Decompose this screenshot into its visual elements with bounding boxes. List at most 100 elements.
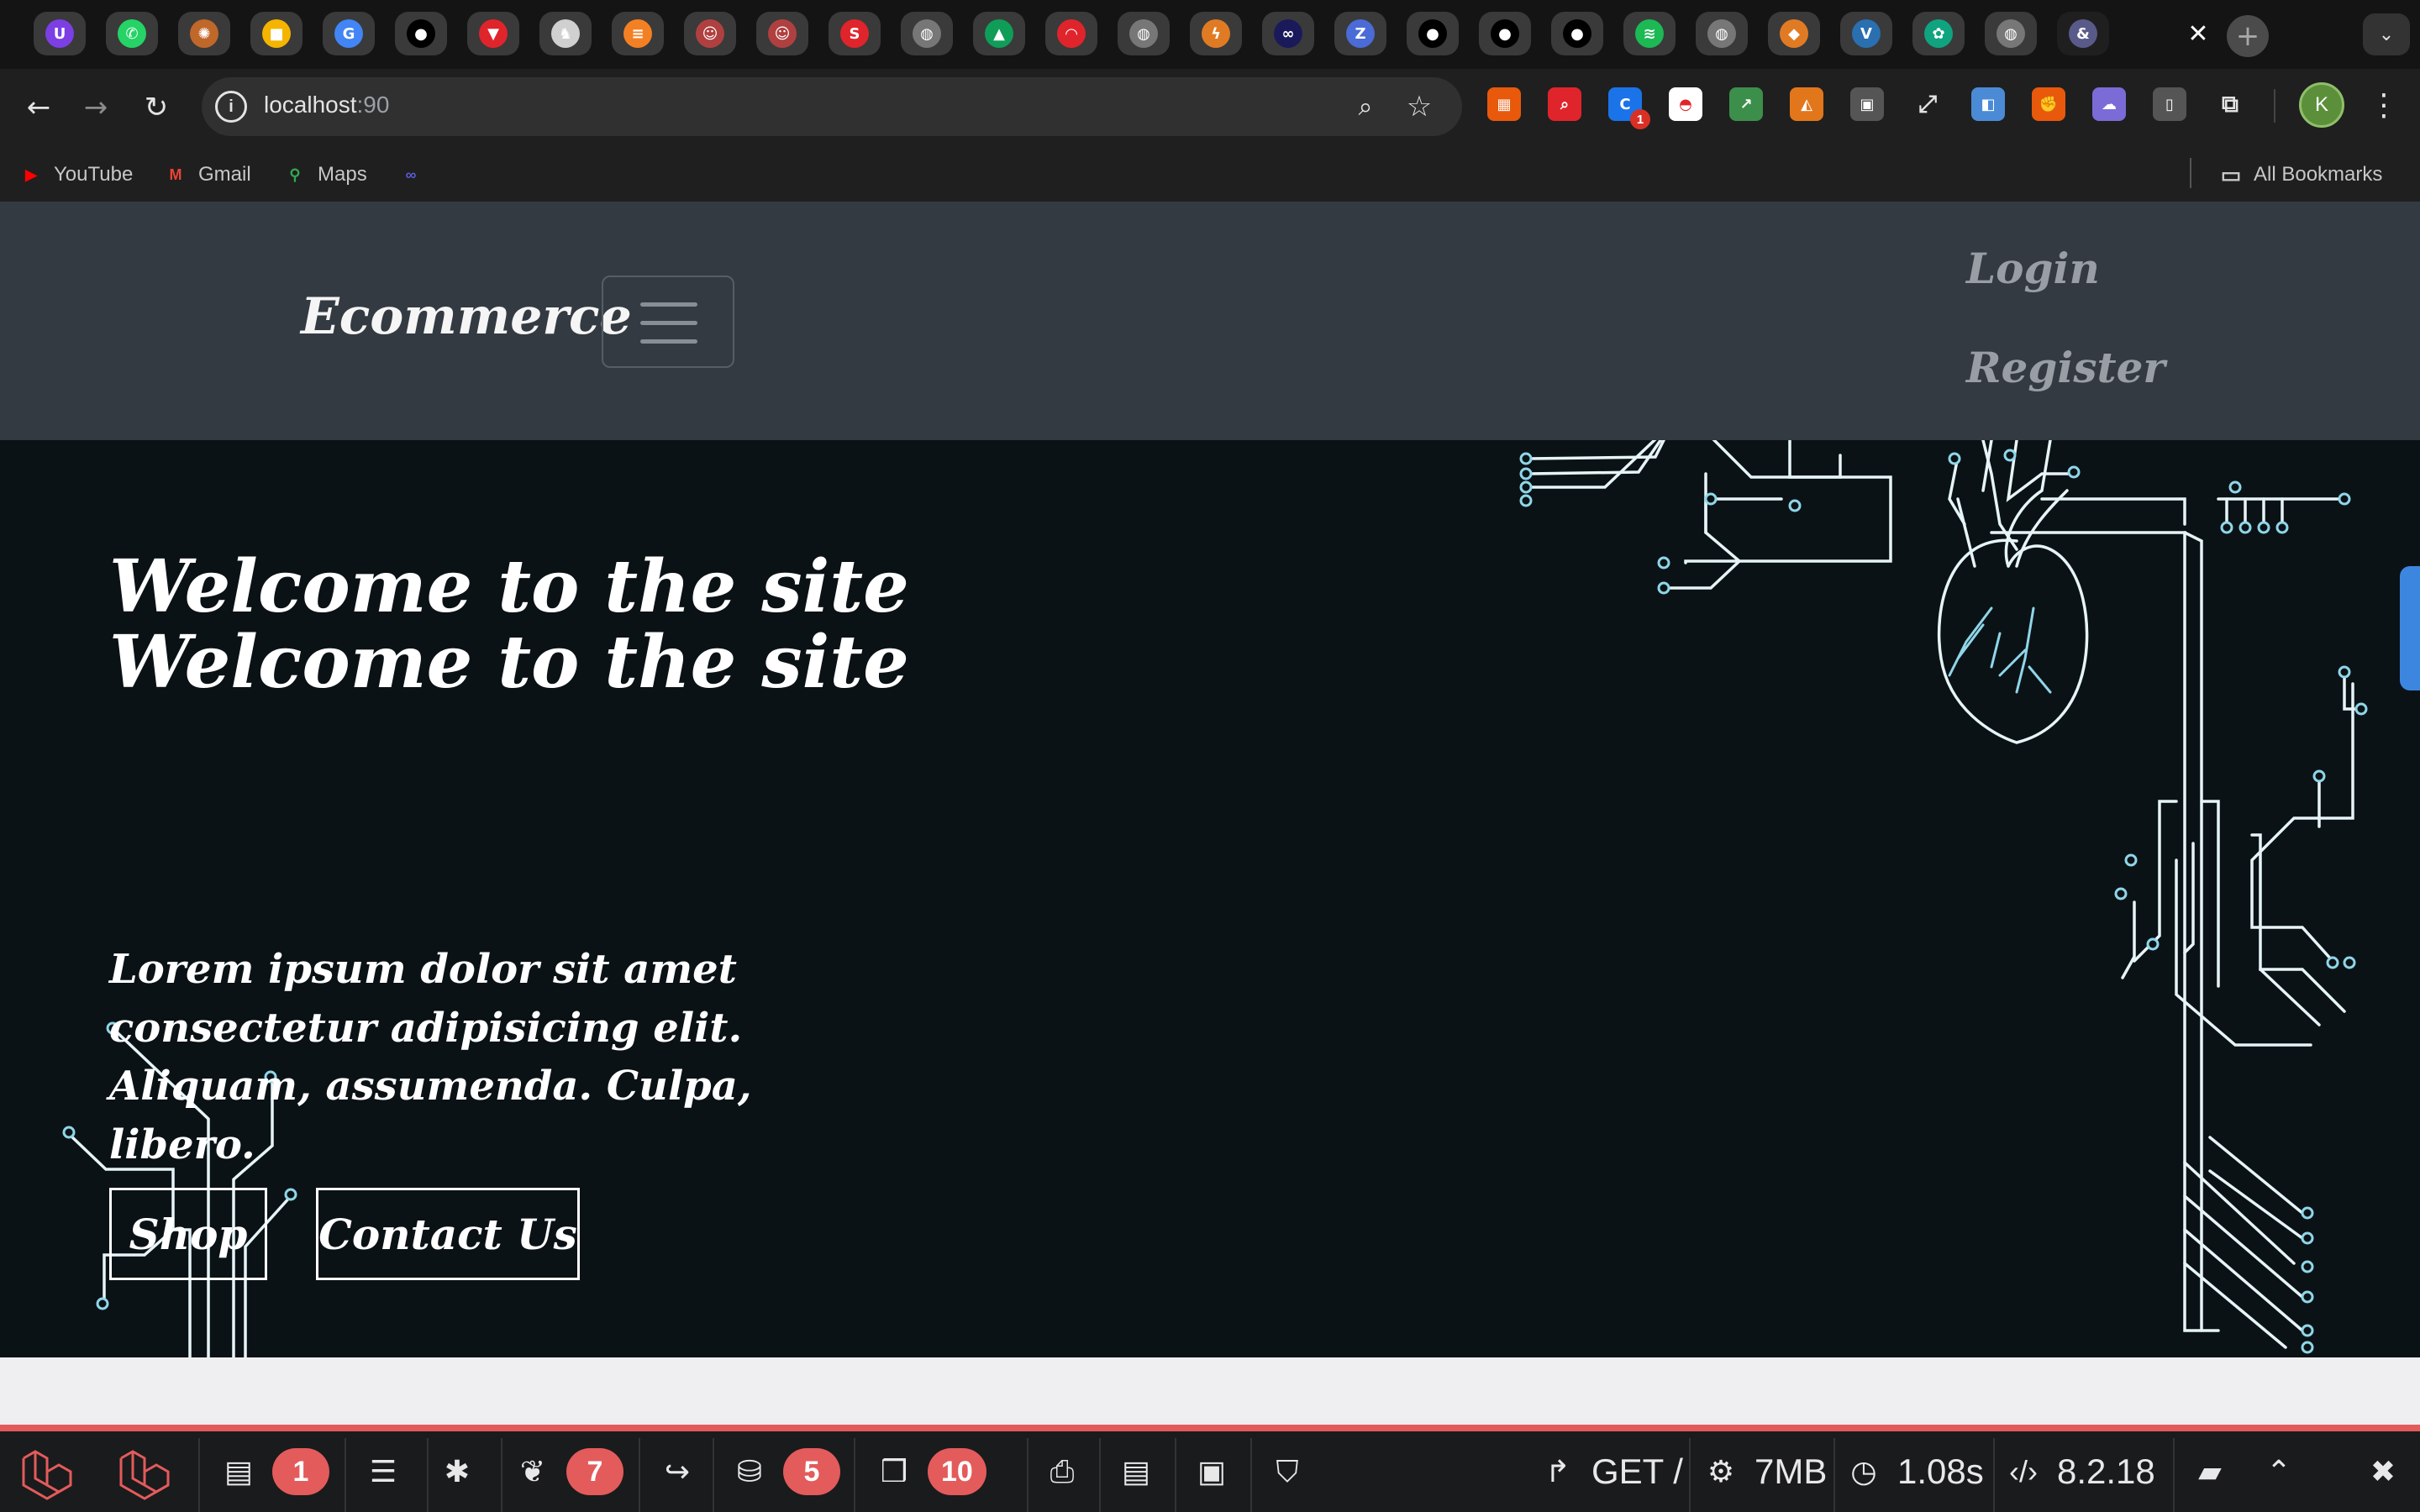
debugbar-mails[interactable]: ⎙ [1044,1431,1081,1512]
bookmark-star-icon[interactable]: ☆ [1402,89,1437,124]
browser-tab[interactable]: ☺ [684,12,736,55]
metamask-icon[interactable]: ◭ [1790,87,1823,121]
browser-tab[interactable]: ▼ [467,12,519,55]
debugbar-session[interactable]: ▣ [1193,1431,1230,1512]
maps-icon: ⚲ [289,165,301,183]
bookmark-youtube[interactable]: ▶ YouTube [18,158,133,192]
reload-icon[interactable]: ↻ [133,84,180,131]
debugbar-messages[interactable]: ▤ 1 [220,1431,329,1512]
debugbar-timeline[interactable]: ☰ [365,1431,402,1512]
debugbar-queries[interactable]: ⛁ 5 [731,1431,840,1512]
browser-tab[interactable]: ◍ [1696,12,1748,55]
browser-tab[interactable]: ▲ [973,12,1025,55]
ext-search-icon[interactable]: ⌕ [1548,87,1581,121]
debugbar-models[interactable]: ❒ 10 [876,1431,986,1512]
shop-button[interactable]: Shop [109,1188,267,1280]
request-method-label: GET / [1591,1452,1683,1491]
browser-tab[interactable]: ✿ [1912,12,1965,55]
new-tab-button[interactable]: + [2227,15,2269,57]
toolbar-separator [2274,89,2275,123]
mouse-icon[interactable]: ▯ [2153,87,2186,121]
debugbar-maximize[interactable]: ⌃ [2260,1431,2297,1512]
close-tab-icon[interactable]: ✕ [2180,15,2217,52]
browser-tab[interactable]: ≡ [612,12,664,55]
ext-orange-icon[interactable]: ▦ [1487,87,1521,121]
browser-tab[interactable]: ◆ [1768,12,1820,55]
debugbar-php-version[interactable]: ‹/› 8.2.18 [2005,1431,2155,1512]
browser-tab[interactable]: ◠ [1045,12,1097,55]
address-url[interactable]: localhost:90 [264,92,389,118]
navbar-toggler[interactable] [602,276,734,368]
ext-ghost-icon[interactable]: ☁ [2092,87,2126,121]
all-bookmarks-button[interactable]: ▭ All Bookmarks [2218,158,2383,192]
ext-fist-icon[interactable]: ✊ [2032,87,2065,121]
browser-tab[interactable]: ◍ [901,12,953,55]
debugbar-memory[interactable]: ⚙ 7MB [1702,1431,1828,1512]
browser-menu-icon[interactable]: ⋮ [2369,82,2399,128]
browser-tab[interactable]: ◍ [1118,12,1170,55]
browser-tab[interactable]: ∞ [1262,12,1314,55]
ext-blue-icon[interactable]: ◧ [1971,87,2005,121]
address-bar[interactable]: i localhost:90 ⌕ ☆ [202,77,1462,136]
back-arrow-icon[interactable]: ← [15,84,62,131]
side-scroll-handle[interactable] [2400,566,2420,690]
browser-tab[interactable]: ✆ [106,12,158,55]
debugbar-route[interactable]: ↪ [659,1431,696,1512]
person-avatar-icon: ☺ [768,19,797,48]
fullscreen-icon[interactable]: ⤢ [1911,87,1944,121]
debugbar-separator [713,1438,714,1512]
browser-tab[interactable]: S [829,12,881,55]
browser-tab[interactable]: & [2057,12,2109,55]
database-icon: ⛁ [736,1454,763,1488]
folder-open-icon: ▰ [2198,1454,2222,1488]
browser-tab[interactable]: Z [1334,12,1386,55]
browser-tab[interactable]: ● [395,12,447,55]
zoom-icon[interactable]: ⌕ [1348,89,1383,124]
tab-search-button[interactable]: ⌄ [2363,13,2410,55]
browser-tab[interactable]: ϟ [1190,12,1242,55]
browser-tab[interactable]: U [34,12,86,55]
pokeball-icon[interactable]: ◓ [1669,87,1702,121]
debugbar-time[interactable]: ◷ 1.08s [1845,1431,1984,1512]
bookmark-label: Maps [318,163,367,186]
debugbar-request-method[interactable]: ↱ GET / [1539,1431,1683,1512]
debugbar-views[interactable]: ❦ 7 [514,1431,623,1512]
bookmark-link[interactable]: ∞ [398,158,424,192]
login-link[interactable]: Login [1966,244,2100,293]
browser-tab[interactable]: ● [1407,12,1459,55]
laravel-logo-icon[interactable] [20,1448,77,1502]
debugbar-tags[interactable]: ⛉ [1269,1431,1306,1512]
contact-us-button[interactable]: Contact Us [316,1188,580,1280]
forward-arrow-icon[interactable]: → [72,84,119,131]
browser-tab[interactable]: ≋ [1623,12,1676,55]
browser-tab[interactable]: ☺ [756,12,808,55]
bookmark-maps[interactable]: ⚲ Maps [282,158,367,192]
browser-tab[interactable]: ✺ [178,12,230,55]
time-label: 1.08s [1897,1452,1984,1491]
brand-logo[interactable]: Ecommerce [301,287,632,346]
browser-tab[interactable]: G [323,12,375,55]
browser-tab[interactable]: ■ [250,12,302,55]
debugbar-exceptions[interactable]: ✱ [439,1431,476,1512]
register-link[interactable]: Register [1966,343,2165,392]
browser-tab[interactable]: ◍ [1985,12,2037,55]
browser-tab[interactable]: ● [1479,12,1531,55]
profile-avatar[interactable]: K [2299,82,2344,128]
ext-chart-icon[interactable]: ↗ [1729,87,1763,121]
debugbar-close[interactable]: ✖ [2365,1431,2402,1512]
tags-icon: ⛉ [1276,1453,1299,1488]
puzzle-icon[interactable]: ⧉ [2213,87,2247,121]
debugbar-request[interactable]: ▤ [1118,1431,1155,1512]
browser-tab[interactable]: V [1840,12,1892,55]
bookmark-gmail[interactable]: M Gmail [163,158,251,192]
z-logo-icon: Z [1346,19,1375,48]
laravel-logo-icon[interactable] [118,1448,175,1502]
github-icon: ● [407,19,435,48]
browser-tab[interactable]: ● [1551,12,1603,55]
debugbar-open-handler[interactable]: ▰ [2191,1431,2228,1512]
browser-tab[interactable]: ♞ [539,12,592,55]
ext-vault-icon[interactable]: ▣ [1850,87,1884,121]
ext-c-icon[interactable]: C1 [1608,87,1650,129]
chatgpt-icon: ✿ [1924,19,1953,48]
site-info-icon[interactable]: i [215,91,247,123]
